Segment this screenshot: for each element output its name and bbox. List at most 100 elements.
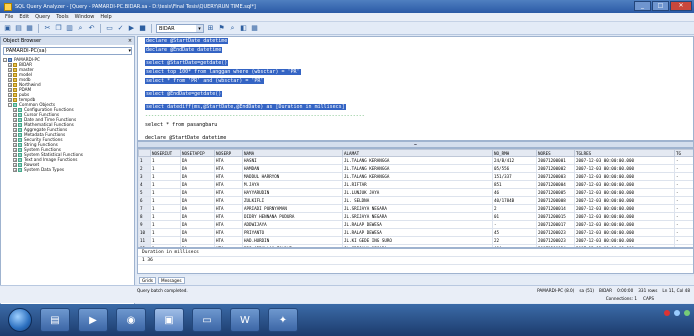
table-cell[interactable]: JL.RIFTAR	[342, 180, 493, 189]
table-cell[interactable]: HTA	[214, 220, 243, 229]
table-cell[interactable]: 1	[150, 180, 181, 189]
row-number[interactable]: 3	[138, 172, 151, 181]
table-cell[interactable]: HTA	[214, 212, 243, 221]
pane-icon[interactable]: ◧	[239, 24, 248, 33]
table-cell[interactable]: JL.LUNJUK JAYA	[342, 188, 493, 197]
table-row[interactable]: 4 1 DA HTA M.JAYA JL.RIFTAR 851 20071200004 2007…	[138, 180, 693, 189]
table-cell[interactable]: JL.TALANG KERANGGA	[342, 156, 493, 165]
table-cell[interactable]: 22	[492, 236, 537, 245]
table-cell[interactable]: DA	[180, 228, 215, 237]
expand-icon[interactable]: +	[13, 132, 17, 137]
new-query-icon[interactable]: ▣	[3, 24, 12, 33]
table-cell[interactable]: 20071200003	[536, 172, 575, 181]
table-cell[interactable]: DA	[180, 172, 215, 181]
table-row[interactable]: 10 1 DA HTA PRIYANTO JL.RALAP DEWESA 45 2007120…	[138, 228, 693, 237]
show-plan-icon[interactable]: ⊞	[206, 24, 215, 33]
column-header[interactable]: NAMA	[242, 149, 343, 157]
row-number[interactable]: 4	[138, 180, 151, 189]
table-row[interactable]: 7 1 DA HTA APRIADI PURNYAMAN JL.SRIJAYA NEGAR…	[138, 204, 693, 213]
table-cell[interactable]: DA	[180, 204, 215, 213]
tree-item[interactable]: + System Data Types	[3, 167, 134, 172]
parse-icon[interactable]: ✓	[116, 24, 125, 33]
start-button[interactable]	[8, 308, 32, 332]
execute-icon[interactable]: ▶	[127, 24, 136, 33]
table-cell[interactable]: -	[674, 212, 693, 221]
table-cell[interactable]: -	[674, 180, 693, 189]
table-cell[interactable]: HASNI	[242, 156, 343, 165]
table-cell[interactable]: 20071200005	[536, 188, 575, 197]
table-cell[interactable]: JL.SRIJAYA NEGARA	[342, 204, 493, 213]
tray-volume-icon[interactable]	[684, 310, 690, 316]
table-row[interactable]: 6 1 DA HTA ZULKIFLI JL. SELDNA 40/1784B 2007120…	[138, 196, 693, 205]
table-cell[interactable]: DA	[180, 196, 215, 205]
table-cell[interactable]: 20071200004	[536, 180, 575, 189]
undo-icon[interactable]: ↶	[87, 24, 96, 33]
find-icon[interactable]: ⌕	[76, 24, 85, 33]
grid-icon[interactable]: ▦	[250, 24, 259, 33]
table-cell[interactable]: -	[674, 164, 693, 173]
table-cell[interactable]: 2007-12-03 00:00:00.000	[574, 220, 675, 229]
expand-icon[interactable]: +	[8, 92, 12, 97]
table-cell[interactable]: HTA	[214, 196, 243, 205]
table-cell[interactable]: JL.SRIJAYA NEGARA	[342, 212, 493, 221]
copy-icon[interactable]: ❐	[54, 24, 63, 33]
table-cell[interactable]: DIDRY HENNANA PUDURA	[242, 212, 343, 221]
table-cell[interactable]: HAD.HURDIN	[242, 236, 343, 245]
expand-icon[interactable]: +	[8, 62, 12, 67]
expand-icon[interactable]: +	[8, 67, 12, 72]
table-cell[interactable]: HTA	[214, 236, 243, 245]
table-cell[interactable]: 45	[492, 228, 537, 237]
table-cell[interactable]: HTA	[214, 228, 243, 237]
expand-icon[interactable]: +	[8, 97, 12, 102]
expand-icon[interactable]: +	[13, 127, 17, 132]
table-cell[interactable]: DA	[180, 212, 215, 221]
table-cell[interactable]: HTA	[214, 180, 243, 189]
tab-grids[interactable]: Grids	[139, 277, 156, 284]
maximize-button[interactable]: □	[652, 1, 669, 11]
column-header[interactable]: NOSERIUT	[150, 149, 181, 157]
expand-icon[interactable]: +	[8, 82, 12, 87]
table-cell[interactable]: JL.RALAP DEWESA	[342, 220, 493, 229]
menu-window[interactable]: Window	[72, 14, 98, 20]
table-cell[interactable]: JL.RALAP DEWESA	[342, 228, 493, 237]
table-cell[interactable]: DA	[180, 156, 215, 165]
table-cell[interactable]: APRIADI PURNYAMAN	[242, 204, 343, 213]
column-header[interactable]: ALAMAT	[342, 149, 493, 157]
minimize-button[interactable]: _	[634, 1, 651, 11]
table-cell[interactable]: 1	[150, 164, 181, 173]
table-cell[interactable]: 2007-12-03 00:00:00.000	[574, 188, 675, 197]
column-header[interactable]	[138, 149, 151, 157]
close-button[interactable]: ✕	[670, 1, 692, 11]
server-select[interactable]: PAMARDI-PC(sa) ▾	[3, 47, 132, 55]
table-cell[interactable]: JL. SELDNA	[342, 196, 493, 205]
expand-icon[interactable]: +	[13, 167, 17, 172]
table-cell[interactable]: -	[674, 172, 693, 181]
object-search-icon[interactable]: ⌕	[228, 24, 237, 33]
table-cell[interactable]: -	[674, 236, 693, 245]
table-cell[interactable]: DA	[180, 220, 215, 229]
row-number[interactable]: 10	[138, 228, 151, 237]
explorer-taskbar-icon[interactable]: ▤	[40, 308, 70, 332]
column-header[interactable]: NOSETAPIP	[180, 149, 215, 157]
table-cell[interactable]: 40/1784B	[492, 196, 537, 205]
word-taskbar-icon[interactable]: W	[230, 308, 260, 332]
table-cell[interactable]: 2007-12-03 00:00:00.000	[574, 212, 675, 221]
paste-icon[interactable]: ▥	[65, 24, 74, 33]
table-cell[interactable]: 151/337	[492, 172, 537, 181]
open-icon[interactable]: ▤	[14, 24, 23, 33]
table-cell[interactable]: HAYYARUDIN	[242, 188, 343, 197]
expand-icon[interactable]: +	[13, 152, 17, 157]
expand-icon[interactable]: +	[8, 87, 12, 92]
table-cell[interactable]: DA	[180, 164, 215, 173]
query-analyzer-taskbar-icon[interactable]: ▣	[154, 308, 184, 332]
table-cell[interactable]: 1	[150, 172, 181, 181]
table-cell[interactable]: ZULKIFLI	[242, 196, 343, 205]
table-cell[interactable]: 2007-12-03 00:00:00.000	[574, 180, 675, 189]
row-number[interactable]: 9	[138, 220, 151, 229]
table-row[interactable]: 3 1 DA HTA MADDUL HARRYON JL.TALANG KERANGGA 1…	[138, 172, 693, 181]
table-cell[interactable]: 46	[492, 188, 537, 197]
database-select[interactable]: BIDAR ▾	[156, 23, 204, 33]
table-cell[interactable]: 851	[492, 180, 537, 189]
column-header[interactable]: NO_RMH	[492, 149, 537, 157]
collapse-icon[interactable]: -	[3, 57, 7, 62]
